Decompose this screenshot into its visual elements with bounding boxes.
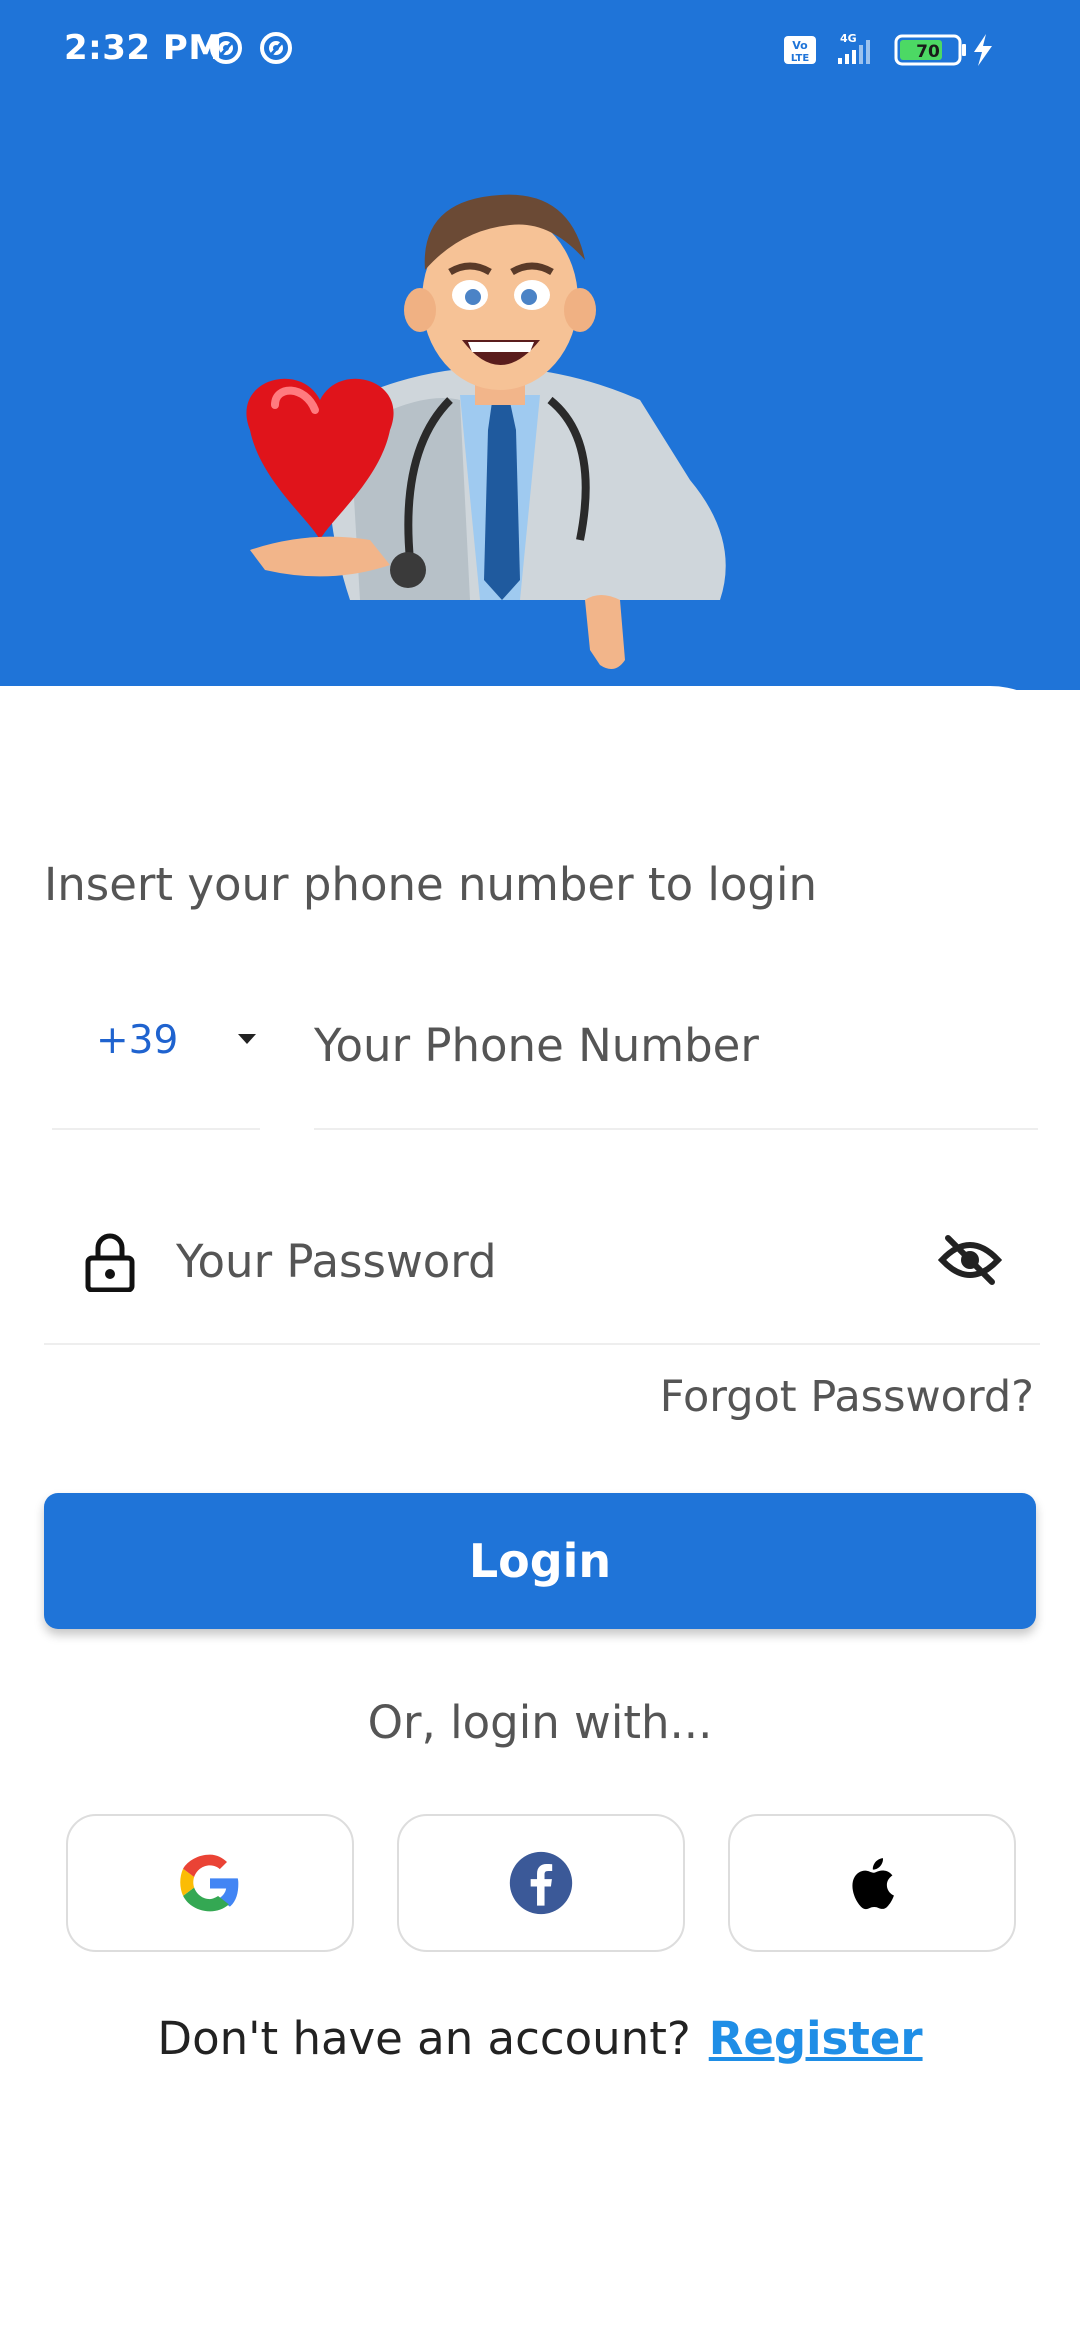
apple-icon <box>852 1858 894 1910</box>
phone-input[interactable] <box>314 1010 1034 1080</box>
phone-underline <box>314 1128 1038 1130</box>
country-code-selector[interactable]: +39 <box>96 1018 178 1063</box>
status-time: 2:32 PM <box>64 28 223 68</box>
facebook-icon <box>509 1851 573 1915</box>
charging-icon <box>974 34 992 66</box>
signal-icon: 4G <box>838 32 870 64</box>
apple-login-button[interactable] <box>728 1814 1016 1952</box>
password-input[interactable] <box>176 1226 876 1296</box>
battery-icon: 70 <box>894 34 966 66</box>
status-icons: Vo LTE 4G 70 <box>784 32 992 66</box>
password-underline <box>44 1343 1040 1345</box>
volte-icon: Vo LTE <box>784 36 816 64</box>
svg-text:LTE: LTE <box>791 53 810 64</box>
login-button[interactable]: Login <box>44 1493 1036 1629</box>
login-instruction: Insert your phone number to login <box>44 858 818 911</box>
chevron-down-icon[interactable] <box>238 1034 256 1044</box>
svg-text:4G: 4G <box>840 32 857 45</box>
eye-off-icon[interactable] <box>938 1232 1002 1288</box>
forgot-password-link[interactable]: Forgot Password? <box>660 1372 1034 1422</box>
at-sign-icon <box>260 32 292 64</box>
register-link[interactable]: Register <box>709 2012 923 2065</box>
register-prompt: Don't have an account? <box>157 2012 691 2065</box>
register-row: Don't have an account? Register <box>0 2012 1080 2065</box>
facebook-login-button[interactable] <box>397 1814 685 1952</box>
google-login-button[interactable] <box>66 1814 354 1952</box>
svg-text:Vo: Vo <box>792 39 808 52</box>
country-underline <box>52 1128 260 1130</box>
lock-icon <box>85 1233 135 1292</box>
at-sign-icon <box>210 32 242 64</box>
svg-text:70: 70 <box>916 42 940 62</box>
status-right-group: Vo LTE 4G 70 <box>784 30 1044 70</box>
social-login-label: Or, login with... <box>367 1696 713 1749</box>
google-icon <box>180 1854 239 1912</box>
